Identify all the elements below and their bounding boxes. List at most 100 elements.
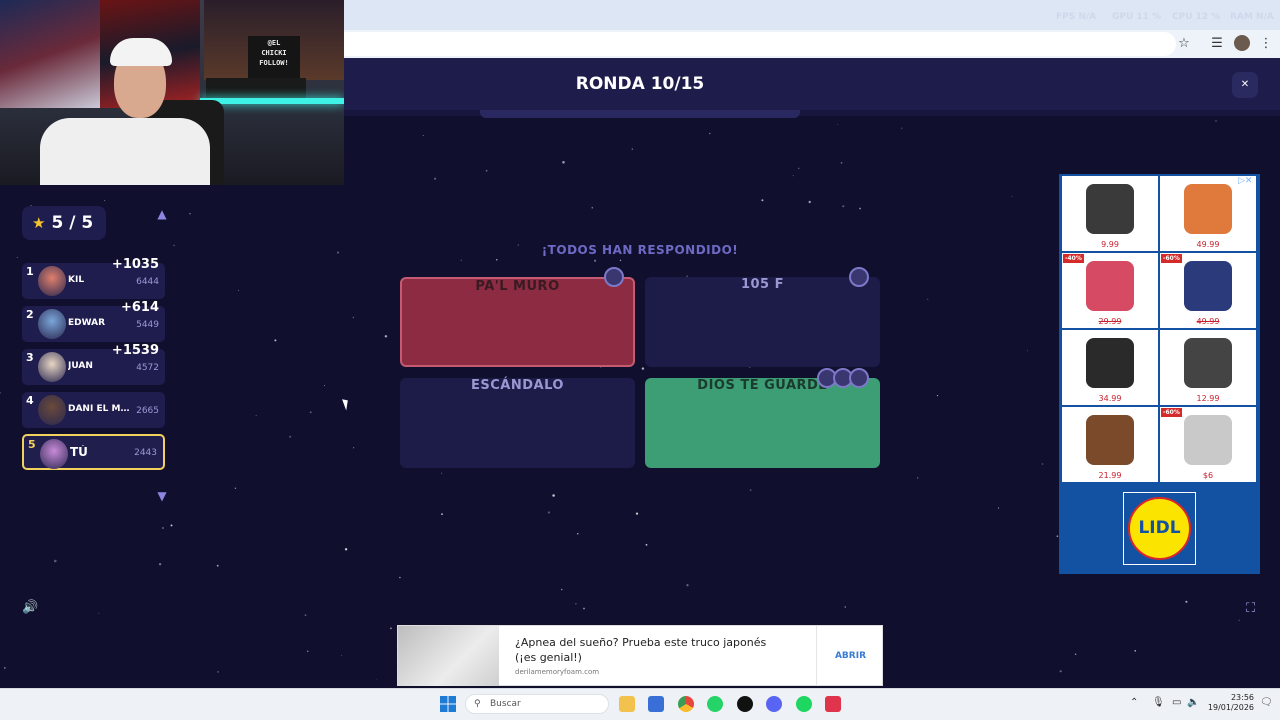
url-input[interactable] (344, 32, 1176, 56)
answer-option-1[interactable]: PA'L MURO (400, 277, 635, 367)
clock-date: 19/01/2026 (1207, 703, 1254, 712)
round-header (344, 58, 1280, 110)
product-price: 34.99 (1098, 394, 1122, 403)
answer-option-4[interactable]: DIOS TE GUARDE (645, 378, 880, 468)
microphone-icon[interactable]: 🎙 (1152, 697, 1165, 708)
product-image (1086, 338, 1134, 388)
sign-line: CHICKI (261, 49, 287, 57)
star-dot (645, 543, 648, 546)
obs-icon[interactable] (737, 696, 753, 712)
star-dot (1011, 195, 1013, 198)
answer-option-3[interactable]: ESCÁNDALO (400, 378, 635, 468)
product-image (1184, 338, 1232, 388)
notification-icon[interactable]: 🗨 (1260, 697, 1273, 708)
taskbar-search[interactable]: ⚲ Buscar (465, 694, 609, 714)
star-dot (274, 339, 277, 342)
player-points: 6444 (136, 277, 159, 287)
star-dot (434, 177, 437, 180)
leaderboard-row: 3 JUAN 4572 +1539 (22, 343, 165, 385)
answers-status: ¡TODOS HAN RESPONDIDO! (541, 243, 739, 257)
scroll-down-icon[interactable]: ▼ (154, 490, 170, 502)
star-dot (460, 259, 462, 261)
follow-sign: @EL CHICKI FOLLOW! (248, 36, 300, 78)
ad-product[interactable]: 12.99 (1160, 330, 1256, 405)
ad-product[interactable]: 9.99 (1062, 176, 1158, 251)
fullscreen-icon[interactable]: ⛶ (1246, 601, 1255, 616)
product-price: 9.99 (1101, 240, 1119, 249)
star-dot (1041, 463, 1044, 465)
star-dot (1134, 650, 1136, 652)
answer-option-2[interactable]: 105 F (645, 277, 880, 367)
star-dot (170, 524, 173, 527)
star-dot (997, 507, 1000, 509)
player-rank: 4 (26, 394, 34, 407)
star-dot (859, 207, 861, 210)
whatsapp-icon[interactable] (707, 696, 723, 712)
voter-avatar (604, 267, 624, 287)
star-dot (591, 206, 594, 209)
star-dot (353, 447, 355, 449)
star-dot (901, 127, 903, 129)
kebab-menu-icon[interactable]: ⋮ (1257, 35, 1275, 53)
webcam-overlay: @EL CHICKI FOLLOW! (0, 0, 344, 185)
player-avatar (40, 439, 68, 469)
player-avatar (38, 395, 66, 425)
bottom-ad-banner[interactable]: ¿Apnea del sueño? Prueba este truco japo… (397, 625, 883, 686)
star-dot (336, 251, 340, 254)
star-dot (797, 167, 800, 170)
product-price: 12.99 (1196, 394, 1220, 403)
windows-start-icon[interactable] (440, 696, 456, 712)
star-dot (844, 606, 846, 608)
star-outline-icon[interactable]: ☆ (1175, 35, 1193, 53)
close-circle-icon[interactable]: ✕ (1232, 72, 1258, 98)
voter-avatar (849, 368, 869, 388)
store-icon[interactable] (648, 696, 664, 712)
star-dot (234, 487, 237, 489)
voter-avatar (849, 267, 869, 287)
leaderboard-row: 1 KIL 6444 +1035 (22, 257, 165, 299)
file-explorer-icon[interactable] (619, 696, 635, 712)
spotify-icon[interactable] (796, 696, 812, 712)
star-dot (641, 367, 645, 370)
tab-list-icon[interactable]: ☰ (1208, 35, 1226, 53)
sign-line: @EL (267, 39, 281, 47)
scroll-up-icon[interactable]: ▲ (154, 208, 170, 220)
volume-icon[interactable]: 🔈 (1187, 697, 1199, 708)
profile-avatar[interactable] (1234, 35, 1250, 51)
leaderboard-row: 2 EDWAR 5449 +614 (22, 300, 165, 342)
ad-choices-icon[interactable]: ▷✕ (1238, 176, 1252, 186)
ad-product[interactable]: -40% 29.99 (1062, 253, 1158, 328)
star-dot (927, 298, 929, 300)
chrome-icon[interactable] (678, 696, 694, 712)
star-dot (441, 513, 443, 515)
ad-product[interactable]: 49.99 (1160, 176, 1256, 251)
discord-icon[interactable] (766, 696, 782, 712)
ad-product[interactable]: -60% 49.99 (1160, 253, 1256, 328)
streamer-cap (110, 38, 172, 66)
star-dot (54, 559, 57, 563)
star-dot (441, 472, 443, 474)
star-dot (749, 489, 752, 491)
ad-open-button[interactable]: ABRIR (816, 626, 884, 686)
perf-gpu: GPU 11 % (1112, 12, 1162, 22)
lidl-ad-banner[interactable]: 9.99 49.99 -40% 29.99 -60% 49.99 34.99 12.99 21.… (1059, 174, 1260, 574)
star-dot (1185, 600, 1188, 603)
star-dot (309, 411, 312, 414)
perf-cpu: CPU 12 % (1172, 12, 1221, 22)
star-dot (840, 162, 843, 164)
star-dot (577, 533, 579, 535)
star-dot (808, 200, 811, 204)
player-name: JUAN (68, 361, 93, 371)
ad-product[interactable]: 21.99 (1062, 407, 1158, 482)
speaker-icon[interactable]: 🔊 (22, 600, 38, 615)
app-icon[interactable] (825, 696, 841, 712)
discount-badge: -60% (1161, 254, 1182, 263)
ad-product[interactable]: 34.99 (1062, 330, 1158, 405)
ad-product[interactable]: -60% $6 (1160, 407, 1256, 482)
star-dot (216, 564, 219, 567)
chevron-up-icon[interactable]: ⌃ (1130, 697, 1138, 708)
network-icon[interactable]: ▭ (1172, 697, 1181, 708)
product-image (1086, 415, 1134, 465)
clock[interactable]: 23:56 19/01/2026 (1200, 693, 1254, 713)
player-name: KIL (68, 275, 85, 285)
